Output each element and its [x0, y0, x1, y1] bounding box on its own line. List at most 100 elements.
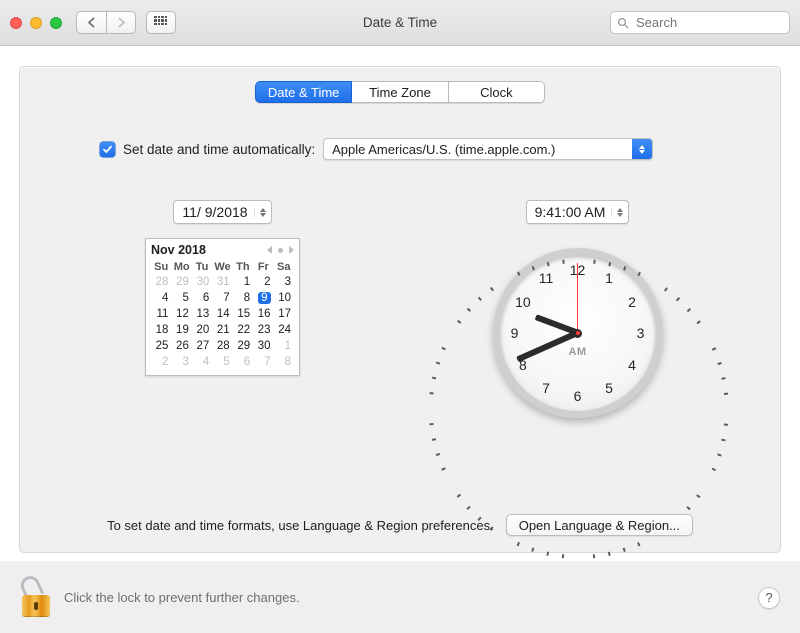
calendar-day[interactable]: 13 [192, 306, 212, 322]
clock-numeral: 10 [512, 294, 534, 310]
tab-clock[interactable]: Clock [449, 81, 545, 103]
calendar-weekday: Tu [192, 260, 212, 274]
open-language-region-button[interactable]: Open Language & Region... [506, 514, 693, 536]
tab-time-zone[interactable]: Time Zone [352, 81, 448, 103]
calendar-day[interactable]: 29 [171, 274, 191, 290]
window-toolbar: Date & Time [0, 0, 800, 46]
auto-set-checkbox[interactable] [100, 142, 115, 157]
chevron-right-icon [117, 17, 126, 28]
calendar-day[interactable]: 1 [274, 338, 294, 354]
calendar-day[interactable]: 26 [171, 338, 191, 354]
calendar-day[interactable]: 28 [212, 338, 232, 354]
format-hint: To set date and time formats, use Langua… [107, 518, 494, 533]
calendar-day[interactable]: 30 [253, 338, 273, 354]
calendar-weekday: Su [151, 260, 171, 274]
calendar-day[interactable]: 5 [171, 290, 191, 306]
calendar-weekday: Sa [274, 260, 294, 274]
calendar-day[interactable]: 11 [151, 306, 171, 322]
analog-clock: AM 123456789101112 [493, 248, 663, 418]
auto-set-label: Set date and time automatically: [123, 142, 315, 157]
calendar-day[interactable]: 7 [253, 354, 273, 370]
calendar-day[interactable]: 5 [212, 354, 232, 370]
search-input[interactable] [634, 14, 783, 31]
calendar-day[interactable]: 6 [192, 290, 212, 306]
calendar-day[interactable]: 25 [151, 338, 171, 354]
show-all-button[interactable] [146, 11, 176, 34]
calendar-day[interactable]: 8 [274, 354, 294, 370]
calendar-day[interactable]: 29 [233, 338, 253, 354]
calendar-prev-month[interactable] [267, 246, 272, 254]
calendar-day[interactable]: 16 [253, 306, 273, 322]
checkmark-icon [102, 144, 113, 155]
calendar-next-month[interactable] [289, 246, 294, 254]
pane-tabs: Date & Time Time Zone Clock [255, 81, 545, 103]
zoom-window-button[interactable] [50, 17, 62, 29]
grid-icon [154, 16, 168, 30]
calendar-day[interactable]: 22 [233, 322, 253, 338]
calendar-day[interactable]: 10 [274, 290, 294, 306]
help-button[interactable]: ? [758, 587, 780, 609]
calendar-day[interactable]: 4 [151, 290, 171, 306]
clock-numeral: 3 [630, 325, 652, 341]
clock-numeral: 8 [512, 357, 534, 373]
calendar-day[interactable]: 3 [274, 274, 294, 290]
back-button[interactable] [76, 11, 106, 34]
calendar-day[interactable]: 2 [151, 354, 171, 370]
calendar-weekday: Fr [253, 260, 273, 274]
calendar-day[interactable]: 8 [233, 290, 253, 306]
date-stepper[interactable] [254, 208, 268, 217]
calendar-day[interactable]: 28 [151, 274, 171, 290]
calendar-day[interactable]: 31 [212, 274, 232, 290]
clock-ampm: AM [568, 346, 586, 358]
calendar-day[interactable]: 12 [171, 306, 191, 322]
calendar-day[interactable]: 18 [151, 322, 171, 338]
calendar-day[interactable]: 14 [212, 306, 232, 322]
calendar-day[interactable]: 27 [192, 338, 212, 354]
window-controls [10, 17, 62, 29]
calendar-day[interactable]: 3 [171, 354, 191, 370]
calendar-day[interactable]: 7 [212, 290, 232, 306]
forward-button[interactable] [106, 11, 136, 34]
calendar[interactable]: Nov 2018 SuMoTuWeThFrSa 2829303112345678… [145, 238, 300, 376]
calendar-day[interactable]: 6 [233, 354, 253, 370]
clock-numeral: 11 [535, 270, 557, 286]
tab-date-time[interactable]: Date & Time [255, 81, 352, 103]
time-stepper[interactable] [611, 208, 625, 217]
calendar-day[interactable]: 15 [233, 306, 253, 322]
date-field[interactable]: 11/ 9/2018 [173, 200, 271, 224]
calendar-day[interactable]: 20 [192, 322, 212, 338]
calendar-day[interactable]: 24 [274, 322, 294, 338]
time-field[interactable]: 9:41:00 AM [526, 200, 630, 224]
search-icon [617, 17, 629, 29]
calendar-day[interactable]: 9 [253, 290, 273, 306]
calendar-day[interactable]: 23 [253, 322, 273, 338]
calendar-today-button[interactable] [278, 248, 283, 253]
clock-pivot [573, 329, 582, 338]
calendar-weekday: Th [233, 260, 253, 274]
calendar-day[interactable]: 30 [192, 274, 212, 290]
clock-numeral: 7 [535, 380, 557, 396]
clock-numeral: 5 [598, 380, 620, 396]
select-stepper-icon [632, 139, 652, 159]
calendar-day[interactable]: 19 [171, 322, 191, 338]
clock-numeral: 12 [567, 262, 589, 278]
lock-bar: Click the lock to prevent further change… [0, 561, 800, 633]
close-window-button[interactable] [10, 17, 22, 29]
calendar-title: Nov 2018 [151, 243, 206, 257]
calendar-day[interactable]: 2 [253, 274, 273, 290]
chevron-left-icon [87, 17, 96, 28]
lock-button[interactable] [20, 579, 54, 617]
calendar-day[interactable]: 1 [233, 274, 253, 290]
calendar-day[interactable]: 21 [212, 322, 232, 338]
minimize-window-button[interactable] [30, 17, 42, 29]
clock-numeral: 6 [567, 388, 589, 404]
time-server-value: Apple Americas/U.S. (time.apple.com.) [332, 142, 555, 157]
time-value: 9:41:00 AM [535, 204, 606, 220]
search-field[interactable] [610, 11, 790, 34]
time-server-select[interactable]: Apple Americas/U.S. (time.apple.com.) [323, 138, 653, 160]
calendar-weekday: Mo [171, 260, 191, 274]
calendar-day[interactable]: 17 [274, 306, 294, 322]
lock-label: Click the lock to prevent further change… [64, 590, 300, 605]
calendar-day[interactable]: 4 [192, 354, 212, 370]
clock-numeral: 2 [621, 294, 643, 310]
